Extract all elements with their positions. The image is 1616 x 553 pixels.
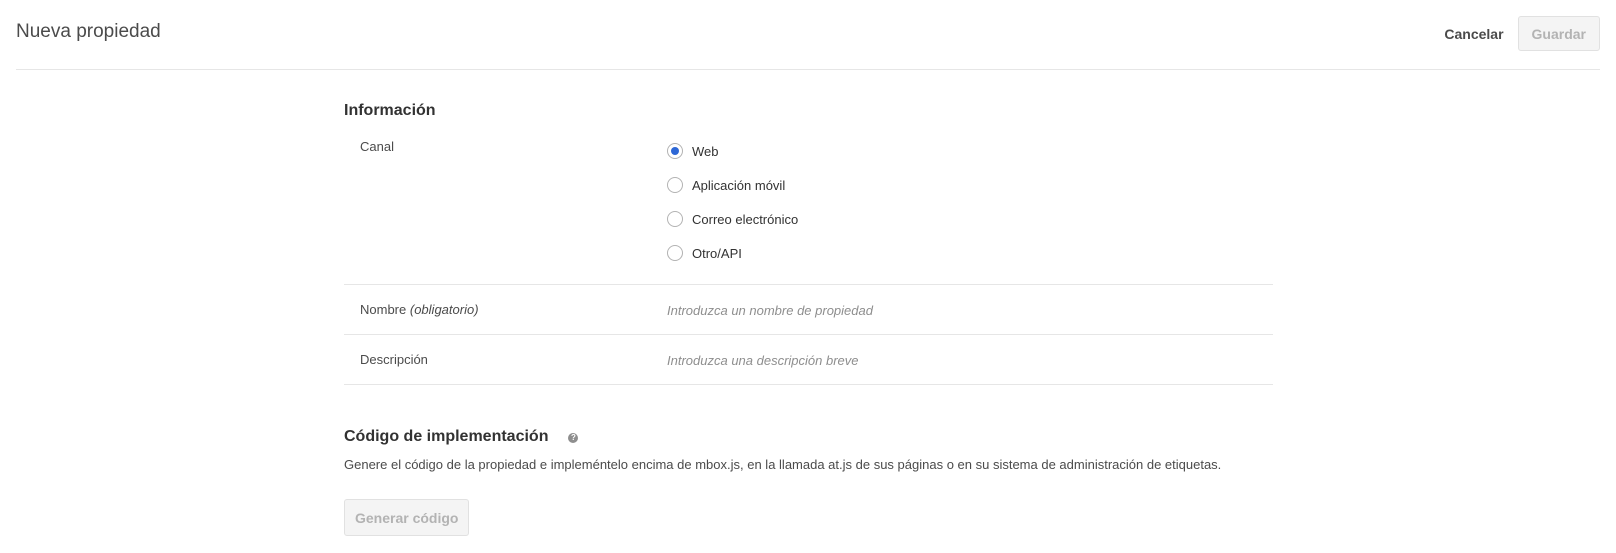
channel-radio-group: Web Aplicación móvil Correo electrónico …	[667, 134, 798, 284]
channel-option-other-api[interactable]: Otro/API	[667, 236, 798, 270]
channel-option-label: Aplicación móvil	[692, 177, 786, 193]
property-name-input[interactable]	[667, 299, 1273, 322]
implementation-heading: Código de implementación	[344, 428, 549, 445]
radio-button-other-api[interactable]	[667, 245, 683, 261]
implementation-description: Genere el código de la propiedad e imple…	[344, 457, 1222, 472]
page-title: Nueva propiedad	[16, 21, 161, 42]
generate-code-button[interactable]: Generar código	[344, 499, 470, 536]
required-hint: (obligatorio)	[409, 302, 479, 317]
channel-option-mobile-app[interactable]: Aplicación móvil	[667, 168, 798, 202]
channel-row: Canal Web Aplicación móvil Correo electr…	[344, 124, 1273, 285]
channel-option-label: Correo electrónico	[692, 211, 799, 227]
question-mark-icon[interactable]: ?	[568, 433, 579, 443]
channel-label: Canal	[360, 139, 394, 154]
header-actions: Cancelar Guardar	[1430, 16, 1600, 51]
cancel-button[interactable]: Cancelar	[1430, 16, 1517, 51]
radio-button-email[interactable]	[667, 211, 683, 227]
name-label-text: Nombre	[360, 302, 407, 317]
implementation-section: Código de implementación ? Genere el cód…	[344, 424, 1273, 536]
page-header: Nueva propiedad Cancelar Guardar	[16, 0, 1600, 70]
channel-option-label: Otro/API	[692, 245, 742, 261]
name-label: Nombre (obligatorio)	[344, 302, 667, 317]
channel-option-web[interactable]: Web	[667, 134, 798, 168]
description-row: Descripción	[344, 335, 1273, 385]
channel-option-label: Web	[692, 143, 719, 159]
save-button[interactable]: Guardar	[1517, 16, 1600, 51]
description-label: Descripción	[360, 352, 428, 367]
implementation-heading-row: Código de implementación ?	[344, 424, 1273, 450]
property-form: Información Canal Web Aplicación móvil C…	[344, 98, 1273, 536]
radio-button-mobile-app[interactable]	[667, 177, 683, 193]
info-section-heading: Información	[344, 102, 436, 119]
name-row: Nombre (obligatorio)	[344, 285, 1273, 335]
channel-option-email[interactable]: Correo electrónico	[667, 202, 798, 236]
description-input[interactable]	[667, 349, 1273, 372]
radio-button-web[interactable]	[667, 143, 683, 159]
